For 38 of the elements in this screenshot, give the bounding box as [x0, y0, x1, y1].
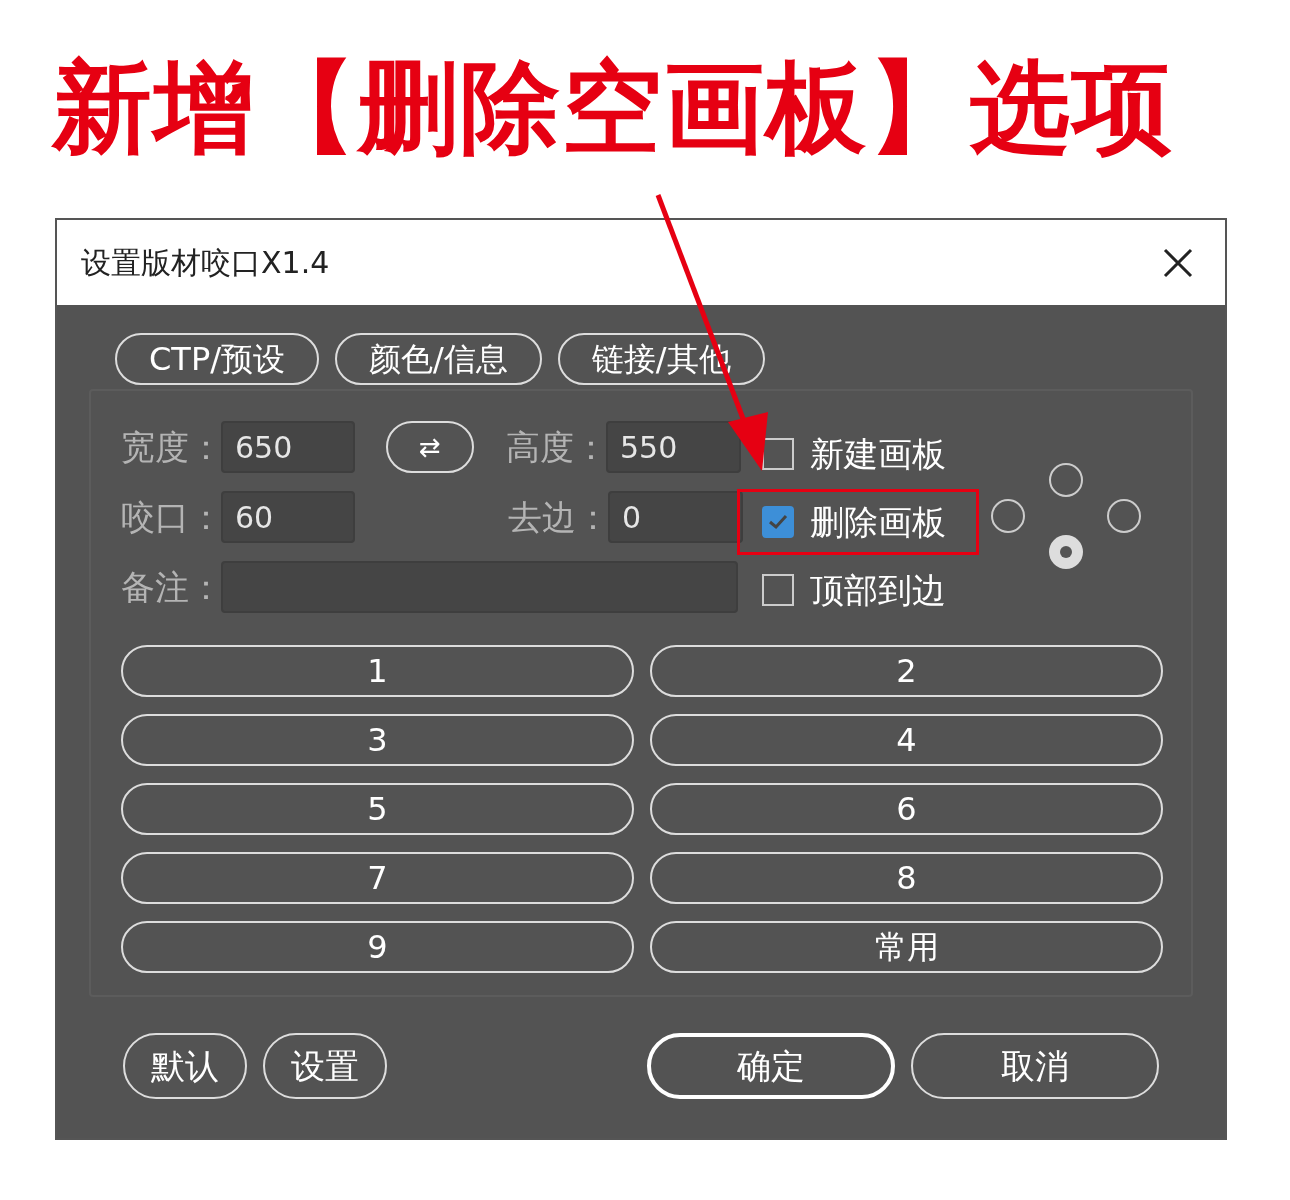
radio-button[interactable]	[991, 499, 1025, 533]
preset-button[interactable]: 1	[121, 645, 634, 697]
dialog-button[interactable]: 设置	[263, 1033, 387, 1099]
text-field[interactable]: 650	[221, 421, 355, 473]
tab[interactable]: CTP/预设	[115, 333, 319, 385]
field-label: 咬口：	[121, 500, 221, 534]
radio-button[interactable]	[1049, 535, 1083, 569]
field-label: 宽度：	[121, 430, 221, 464]
preset-button[interactable]: 8	[650, 852, 1163, 904]
preset-button[interactable]: 5	[121, 783, 634, 835]
close-icon[interactable]	[1163, 247, 1193, 278]
field-label: 高度：	[506, 430, 606, 464]
text-field[interactable]: 60	[221, 491, 355, 543]
field-label: 去边：	[508, 500, 608, 534]
radio-button[interactable]	[1107, 499, 1141, 533]
preset-button[interactable]: 4	[650, 714, 1163, 766]
preset-button[interactable]: 6	[650, 783, 1163, 835]
dialog-button[interactable]: 默认	[123, 1033, 247, 1099]
dialog-button[interactable]: 确定	[647, 1033, 895, 1099]
checkbox[interactable]	[762, 574, 794, 606]
field-label: 备注：	[121, 570, 221, 604]
check-icon	[768, 514, 788, 530]
checkbox-label: 删除画板	[810, 505, 946, 539]
text-field[interactable]: 0	[608, 491, 743, 543]
swap-button[interactable]: ⇄	[386, 421, 474, 473]
tab[interactable]: 颜色/信息	[334, 333, 542, 385]
preset-button[interactable]: 7	[121, 852, 634, 904]
radio-button[interactable]	[1049, 463, 1083, 497]
checkbox-label: 新建画板	[810, 437, 946, 471]
preset-button[interactable]: 常用	[650, 921, 1163, 973]
text-field[interactable]: 550	[606, 421, 741, 473]
preset-button[interactable]: 3	[121, 714, 634, 766]
dialog-button[interactable]: 取消	[911, 1033, 1159, 1099]
window-title: 设置版材咬口X1.4	[81, 244, 330, 282]
preset-button[interactable]: 9	[121, 921, 634, 973]
preset-button[interactable]: 2	[650, 645, 1163, 697]
checkbox-label: 顶部到边	[810, 573, 946, 607]
checkbox[interactable]	[762, 506, 794, 538]
